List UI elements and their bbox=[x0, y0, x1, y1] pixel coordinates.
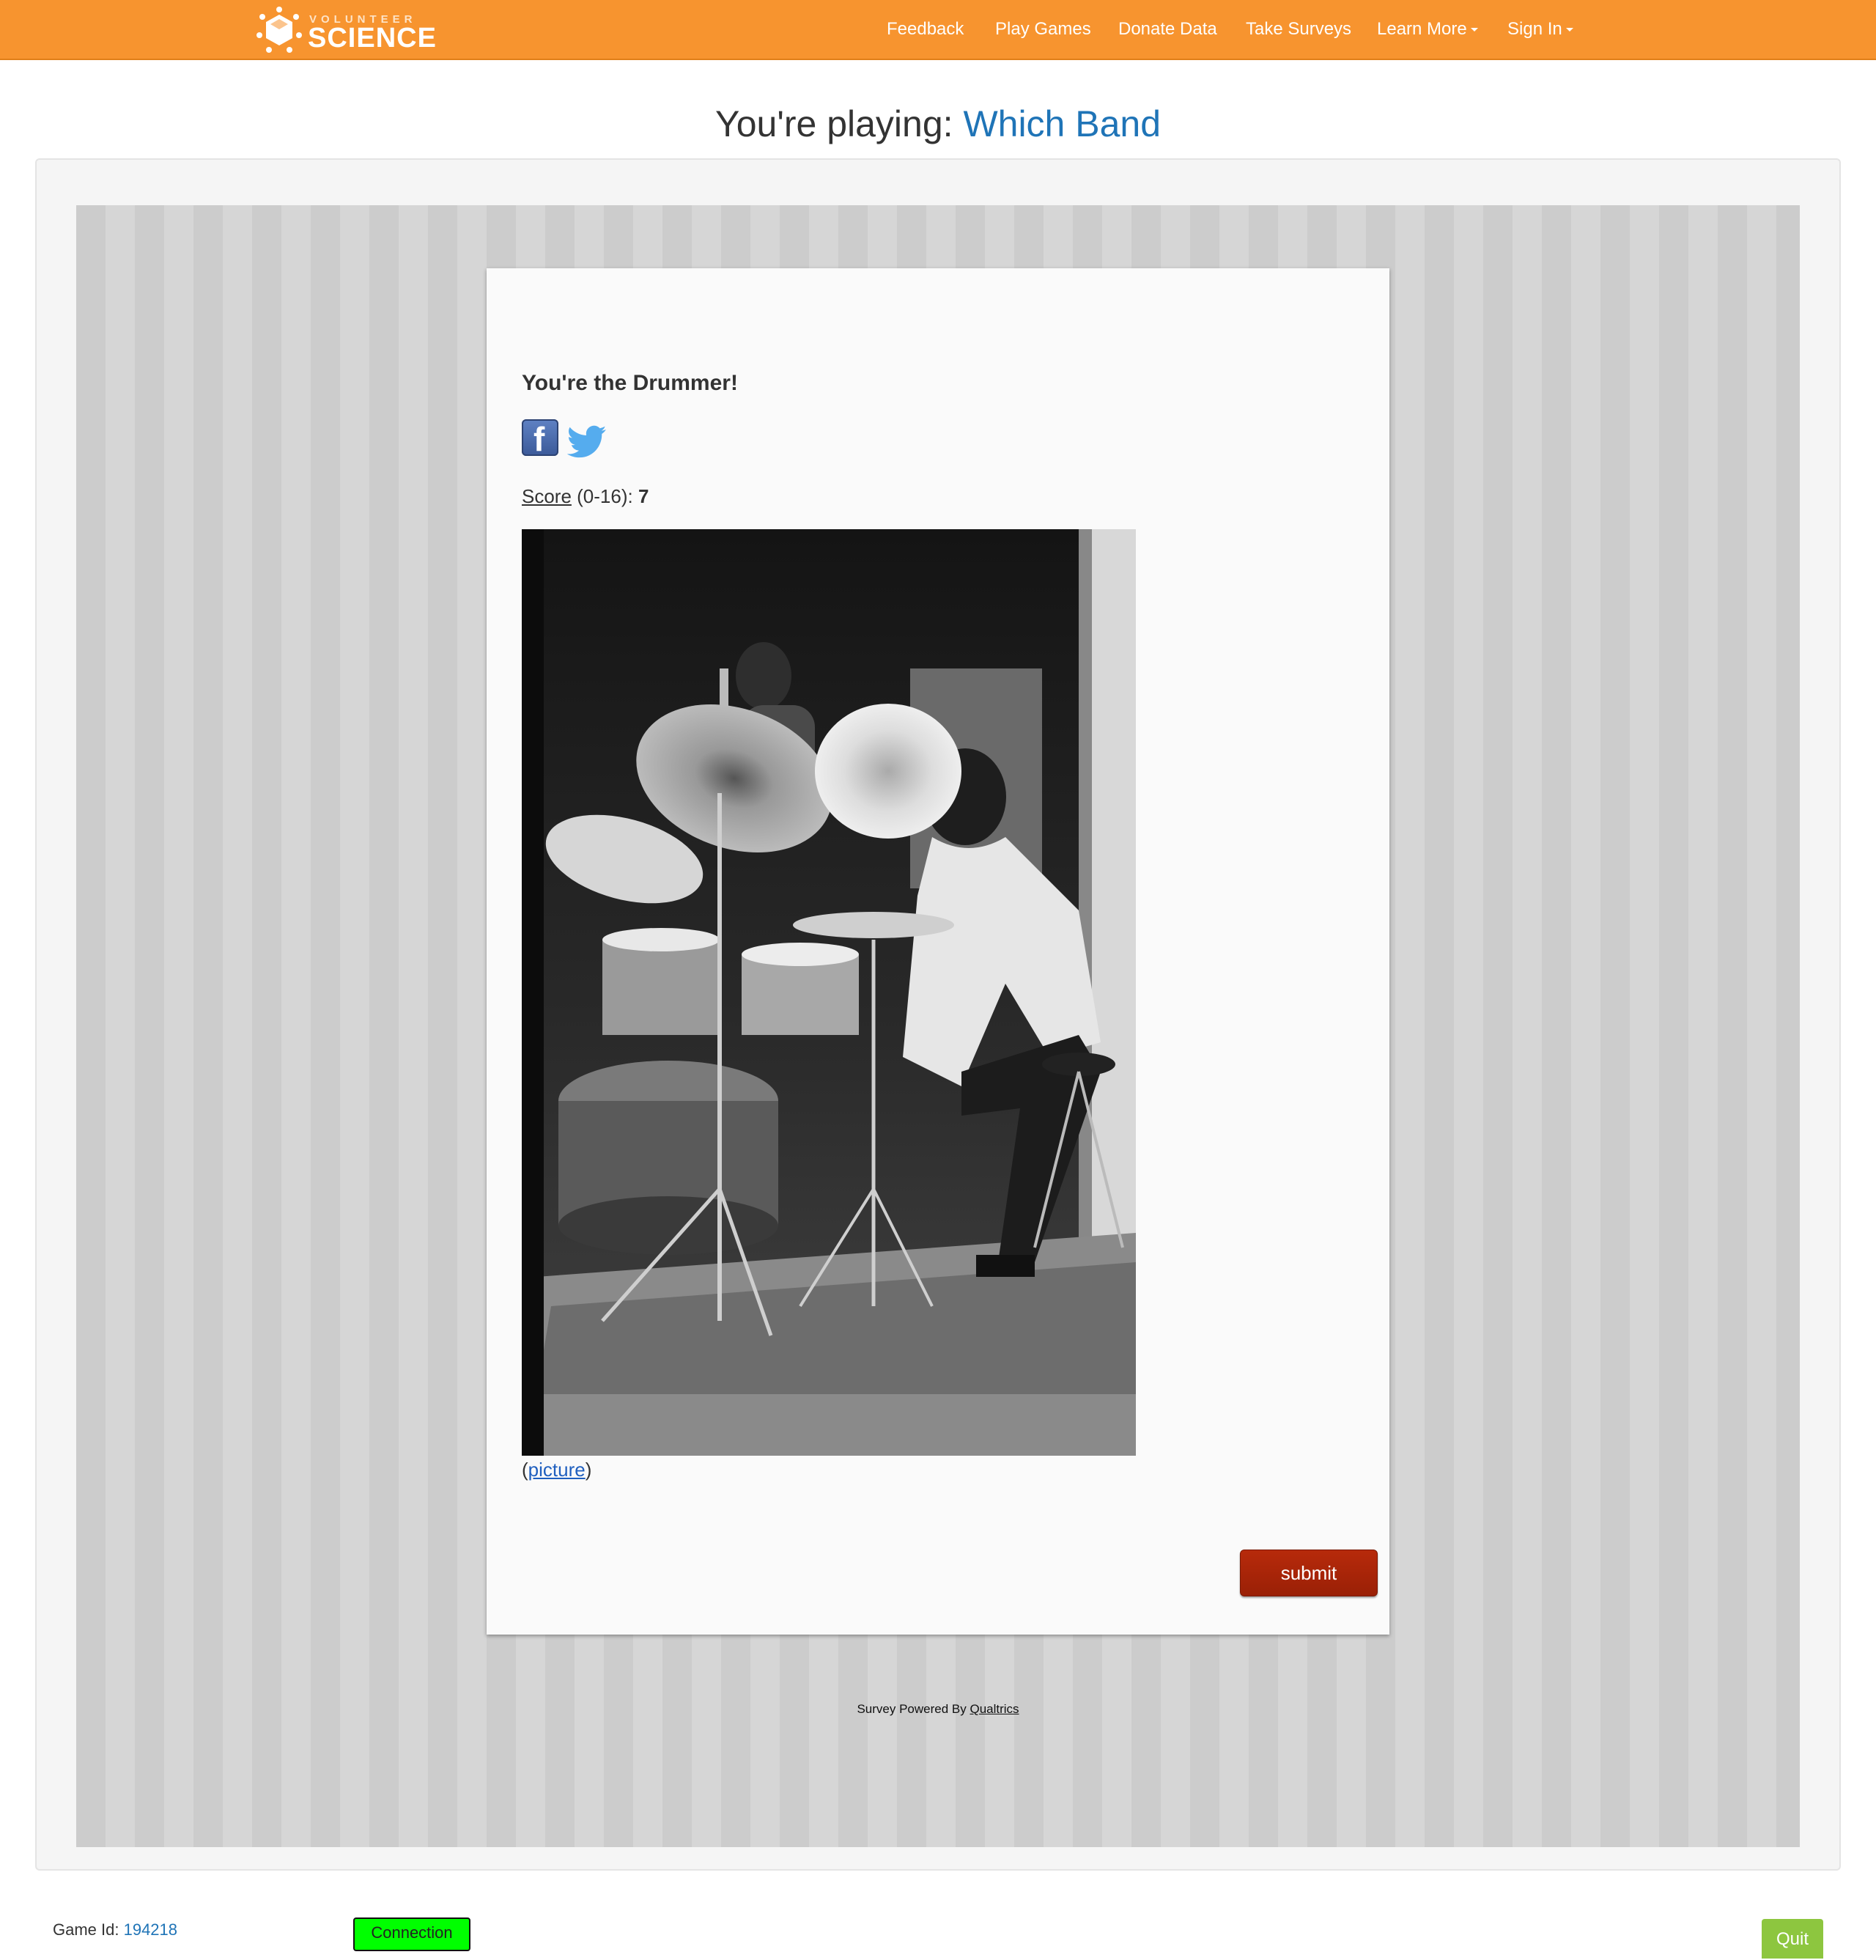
powered-by: Survey Powered By Qualtrics bbox=[0, 1702, 1876, 1717]
facebook-icon[interactable]: f bbox=[522, 419, 558, 457]
score-range: (0-16): bbox=[571, 485, 638, 507]
quit-button[interactable]: Quit bbox=[1762, 1919, 1823, 1959]
score-value: 7 bbox=[638, 485, 649, 507]
brand-big-text: SCIENCE bbox=[308, 23, 437, 54]
score-line: Score (0-16): 7 bbox=[522, 485, 649, 508]
photo-credit-close: ) bbox=[585, 1459, 592, 1481]
volunteer-science-logo[interactable]: VOLUNTEER SCIENCE bbox=[255, 6, 436, 54]
picture-link[interactable]: picture bbox=[528, 1459, 586, 1481]
nav-take-surveys[interactable]: Take Surveys bbox=[1246, 19, 1351, 40]
nav-learn-more[interactable]: Learn More bbox=[1377, 19, 1478, 40]
caret-down-icon bbox=[1565, 28, 1573, 32]
twitter-icon[interactable] bbox=[567, 425, 607, 459]
photo-credit-open: ( bbox=[522, 1459, 528, 1481]
nav-sign-in[interactable]: Sign In bbox=[1507, 19, 1573, 40]
powered-by-prefix: Survey Powered By bbox=[857, 1702, 970, 1716]
top-navbar: VOLUNTEER SCIENCE Feedback Play Games Do… bbox=[0, 0, 1876, 60]
page-title: You're playing: Which Band bbox=[0, 103, 1876, 145]
game-id-label: Game Id: bbox=[53, 1920, 124, 1939]
submit-button[interactable]: submit bbox=[1240, 1550, 1378, 1596]
game-id-value: 194218 bbox=[123, 1920, 178, 1939]
nav-donate-data[interactable]: Donate Data bbox=[1118, 19, 1217, 40]
nav-learn-more-label: Learn More bbox=[1377, 19, 1467, 39]
nav-sign-in-label: Sign In bbox=[1507, 19, 1562, 39]
connection-status: Connection bbox=[353, 1917, 470, 1951]
game-id: Game Id: 194218 bbox=[53, 1920, 177, 1939]
game-name-link[interactable]: Which Band bbox=[963, 103, 1161, 144]
drummer-photo bbox=[522, 529, 1136, 1456]
nav-feedback[interactable]: Feedback bbox=[887, 19, 964, 40]
score-label[interactable]: Score bbox=[522, 485, 572, 507]
page-title-prefix: You're playing: bbox=[714, 103, 964, 144]
qualtrics-link[interactable]: Qualtrics bbox=[970, 1702, 1019, 1716]
logo-icon bbox=[256, 7, 302, 53]
caret-down-icon bbox=[1470, 28, 1478, 32]
drummer-illustration bbox=[522, 529, 1136, 1456]
photo-credit: (picture) bbox=[522, 1459, 591, 1481]
nav-play-games[interactable]: Play Games bbox=[995, 19, 1091, 40]
result-title: You're the Drummer! bbox=[522, 371, 738, 395]
survey-card: You're the Drummer! f Score (0-16): 7 (p… bbox=[487, 268, 1389, 1635]
